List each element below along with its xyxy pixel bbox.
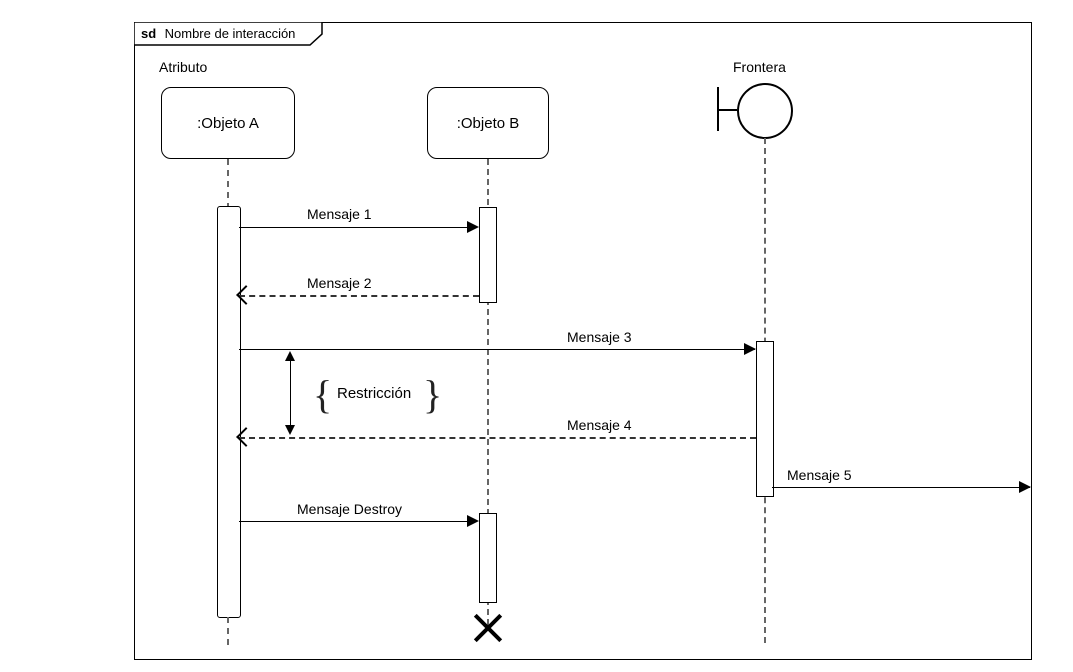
lifeline-a-top — [227, 159, 229, 209]
frontier-label: Frontera — [733, 59, 786, 75]
message-5-label: Mensaje 5 — [785, 467, 854, 483]
message-1-line — [239, 227, 477, 228]
object-b-box: :Objeto B — [427, 87, 549, 159]
lifeline-a-bottom — [227, 617, 229, 645]
constraint-arrow-down-icon — [285, 425, 295, 435]
message-destroy-label: Mensaje Destroy — [295, 501, 404, 517]
constraint-arrow-up-icon — [285, 351, 295, 361]
activation-a — [217, 206, 241, 618]
message-4-label: Mensaje 4 — [565, 417, 634, 433]
sequence-diagram-frame: sd Nombre de interacción Atributo Fronte… — [134, 22, 1032, 660]
message-2-label: Mensaje 2 — [305, 275, 374, 291]
attribute-label: Atributo — [159, 59, 207, 75]
object-a-box: :Objeto A — [161, 87, 295, 159]
boundary-circle-icon — [737, 83, 793, 139]
frame-tab-content: sd Nombre de interacción — [141, 25, 295, 43]
activation-b-1 — [479, 207, 497, 303]
constraint-brace-left-icon: { — [313, 375, 332, 415]
boundary-horizontal-line — [717, 109, 737, 111]
message-4-line — [239, 437, 756, 439]
message-5-arrow-icon — [1019, 481, 1031, 493]
message-3-line — [239, 349, 755, 350]
object-b-label: :Objeto B — [457, 115, 520, 132]
frame-name-label: Nombre de interacción — [165, 26, 296, 41]
constraint-brace-right-icon: } — [423, 375, 442, 415]
message-3-arrow-icon — [744, 343, 756, 355]
message-destroy-arrow-icon — [467, 515, 479, 527]
constraint-label: Restricción — [335, 385, 413, 402]
object-a-label: :Objeto A — [197, 115, 259, 132]
message-1-label: Mensaje 1 — [305, 206, 374, 222]
activation-frontier — [756, 341, 774, 497]
message-1-arrow-icon — [467, 221, 479, 233]
message-destroy-line — [239, 521, 477, 522]
frame-type-label: sd — [141, 26, 156, 41]
message-5-line — [772, 487, 1030, 488]
message-2-line — [239, 295, 479, 297]
constraint-span-line — [290, 357, 291, 429]
message-3-label: Mensaje 3 — [565, 329, 634, 345]
activation-b-destroy — [479, 513, 497, 603]
destroy-x-icon — [472, 613, 502, 643]
